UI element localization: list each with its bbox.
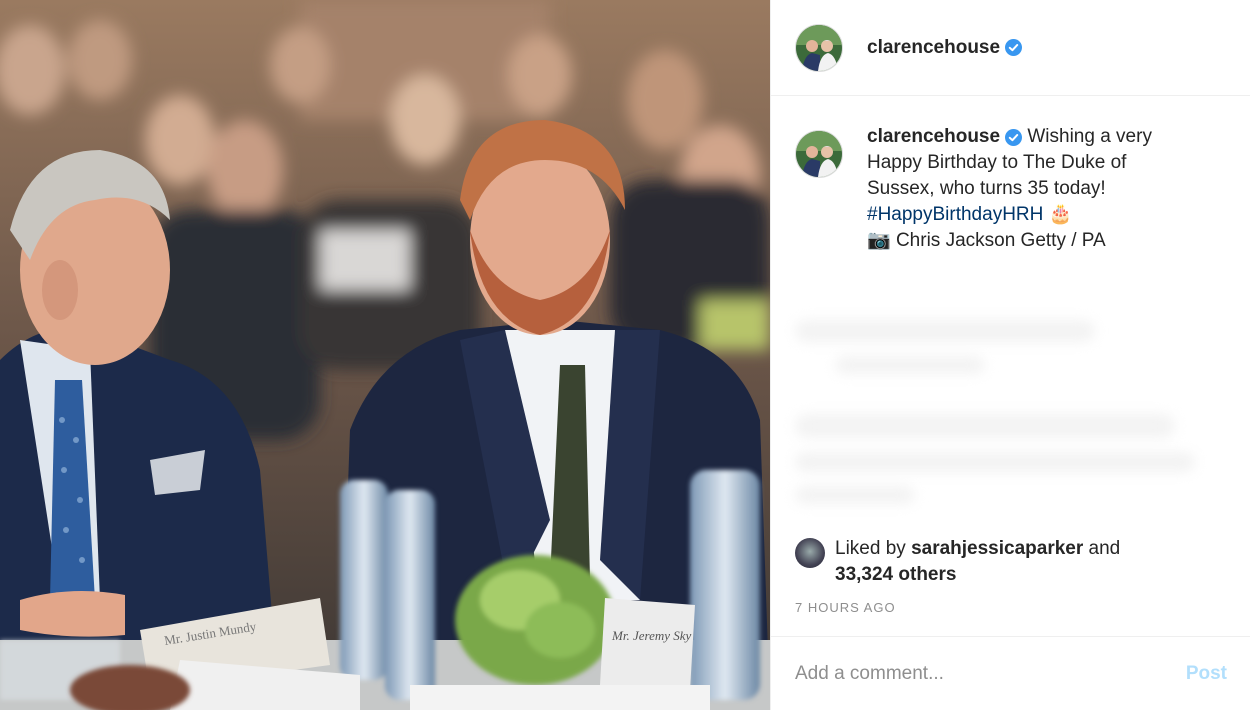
caption-text: clarencehouse Wishing a very Happy Birth… <box>867 124 1197 254</box>
cake-icon: 🎂 <box>1048 204 1073 225</box>
profile-avatar[interactable] <box>795 23 843 72</box>
post-photo[interactable]: Mr. Justin Mundy Mr. Jeremy Sky <box>0 0 770 710</box>
post-timestamp[interactable]: 7 HOURS AGO <box>795 600 896 615</box>
caption-avatar[interactable] <box>795 130 843 178</box>
name-card-2: Mr. Jeremy Sky <box>611 628 692 643</box>
post-side-panel: clarencehouse clarencehouse Wishing a ve… <box>770 0 1250 710</box>
blurred-comments <box>795 320 1215 520</box>
verified-badge-icon <box>1005 39 1023 56</box>
post-header: clarencehouse <box>771 0 1250 96</box>
liker-avatar[interactable] <box>795 538 825 568</box>
instagram-post: Mr. Justin Mundy Mr. Jeremy Sky clarence… <box>0 0 1250 710</box>
caption-hashtag[interactable]: #HappyBirthdayHRH <box>867 204 1043 225</box>
photo-illustration: Mr. Justin Mundy Mr. Jeremy Sky <box>0 0 770 710</box>
liker-username[interactable]: sarahjessicaparker <box>911 538 1083 559</box>
camera-icon: 📷 <box>867 230 891 251</box>
header-username[interactable]: clarencehouse <box>867 37 1000 59</box>
likes-prefix: Liked by <box>835 538 906 559</box>
comment-bar: Post <box>771 636 1250 710</box>
likes-text: Liked by sarahjessicaparker and 33,324 o… <box>835 536 1120 588</box>
post-caption: clarencehouse Wishing a very Happy Birth… <box>771 96 1250 254</box>
avatar-image <box>796 24 842 71</box>
likes-conjunction: and <box>1088 538 1121 559</box>
verified-badge-icon <box>1005 128 1023 147</box>
caption-username[interactable]: clarencehouse <box>867 126 1000 147</box>
likes-summary: Liked by sarahjessicaparker and 33,324 o… <box>795 536 1120 588</box>
photo-credit: Chris Jackson Getty / PA <box>895 230 1106 251</box>
comment-input[interactable] <box>795 662 1135 685</box>
avatar-image <box>796 131 842 177</box>
likes-count[interactable]: 33,324 others <box>835 564 956 585</box>
post-comment-button[interactable]: Post <box>1186 663 1227 685</box>
